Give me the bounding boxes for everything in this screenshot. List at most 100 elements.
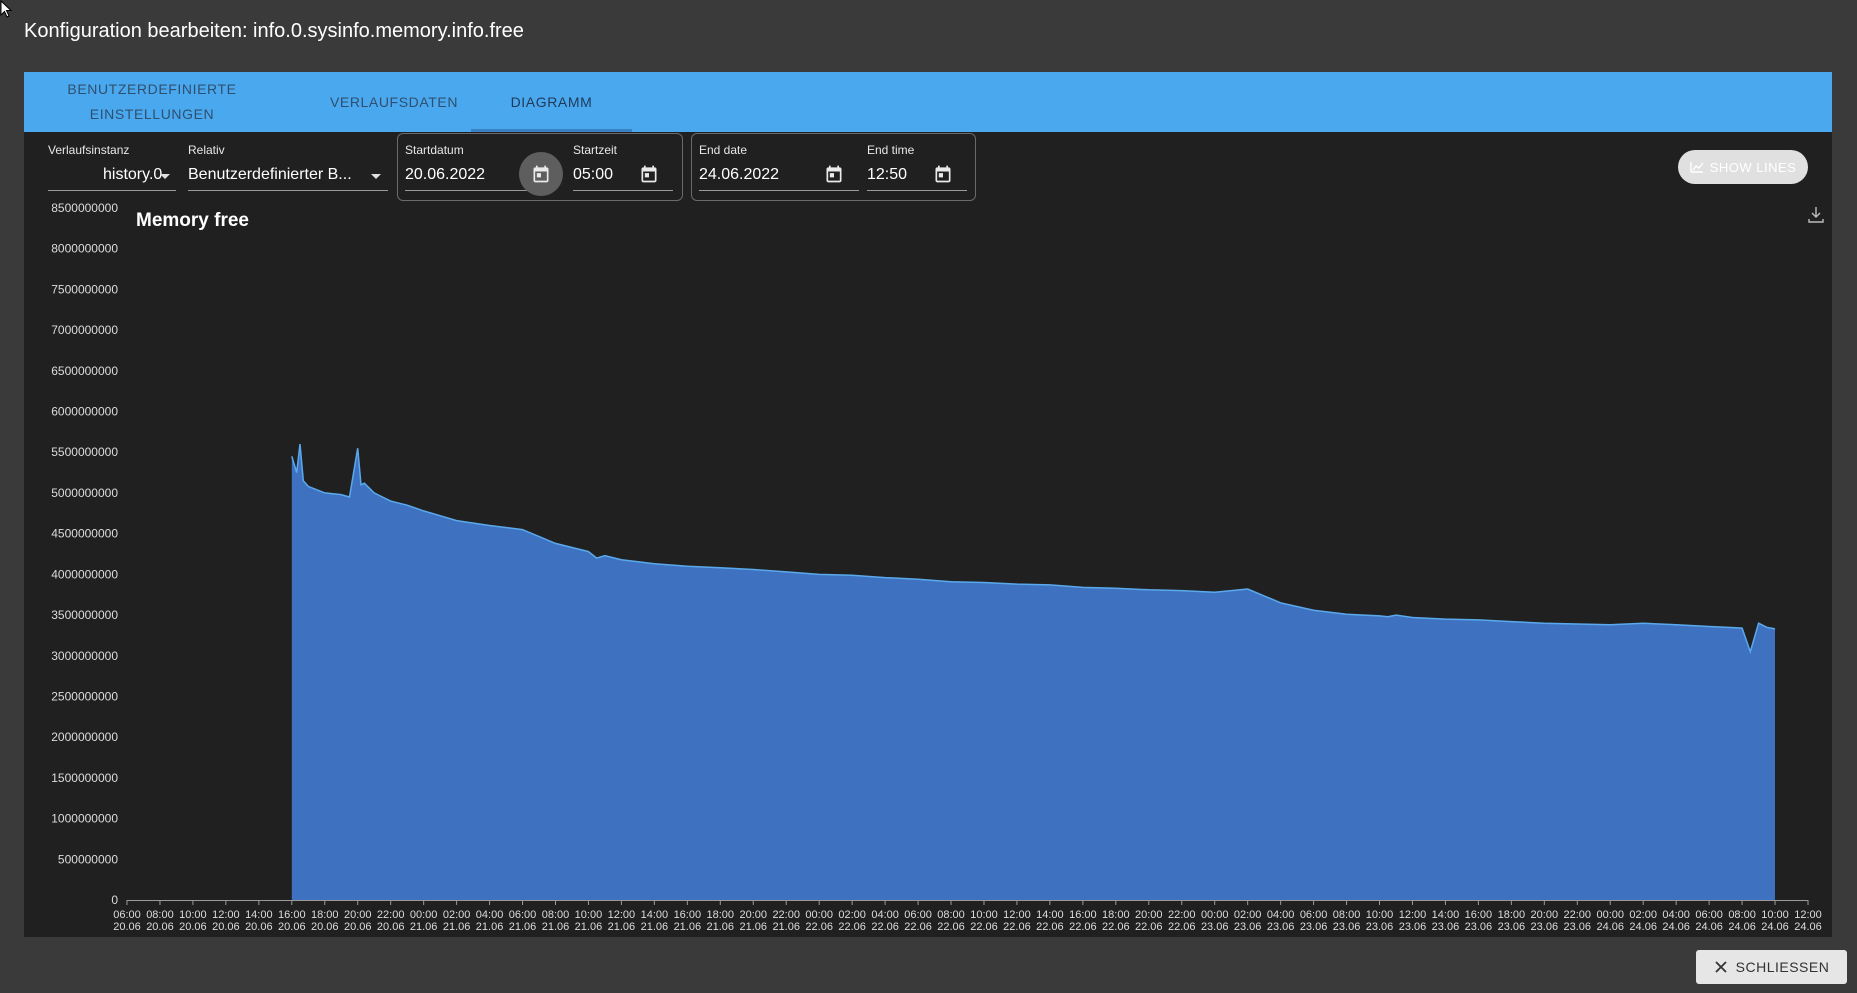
x-tick-label-time: 04:00 [871,909,899,921]
x-tick-label-date: 24.06 [1728,921,1756,933]
x-tick-label-date: 24.06 [1794,921,1822,933]
tab-history-data[interactable]: VERLAUFSDATEN [294,72,494,132]
x-tick-label-time: 12:00 [608,909,636,921]
dialog-title: Konfiguration bearbeiten: info.0.sysinfo… [24,20,524,42]
x-tick-label-time: 02:00 [1629,909,1657,921]
x-tick-label-time: 18:00 [707,909,735,921]
x-tick-label-date: 22.06 [871,921,899,933]
calendar-icon[interactable] [531,164,551,184]
x-tick-label-date: 20.06 [377,921,405,933]
x-tick-label-time: 08:00 [1333,909,1361,921]
y-tick-label: 6000000000 [51,405,118,419]
tab-custom-settings-line2: EINSTELLUNGEN [89,106,215,122]
calendar-icon[interactable] [639,164,659,184]
x-tick-label-date: 23.06 [1201,921,1229,933]
close-button[interactable]: SCHLIESSEN [1696,950,1847,984]
tab-chart[interactable]: DIAGRAMM [471,72,632,132]
x-tick-label-date: 23.06 [1498,921,1526,933]
tab-custom-settings-line1: BENUTZERDEFINIERTE [67,81,237,97]
show-lines-label: SHOW LINES [1709,159,1797,175]
y-tick-label: 0 [111,893,118,907]
x-tick-label-date: 20.06 [146,921,174,933]
x-tick-label-time: 10:00 [970,909,998,921]
y-tick-label: 6500000000 [51,364,118,378]
x-tick-label-time: 00:00 [1201,909,1229,921]
x-tick-label-date: 20.06 [179,921,207,933]
x-tick-label-time: 00:00 [805,909,833,921]
x-tick-label-time: 00:00 [1596,909,1624,921]
mouse-cursor-icon [0,0,13,18]
y-tick-label: 500000000 [58,852,118,866]
tab-history-data-label: VERLAUFSDATEN [329,93,459,110]
x-tick-label-time: 18:00 [311,909,339,921]
x-tick-label-date: 20.06 [113,921,141,933]
x-tick-label-date: 24.06 [1629,921,1657,933]
y-tick-label: 2000000000 [51,730,118,744]
x-tick-label-time: 22:00 [1564,909,1592,921]
start-time-underline [573,190,673,191]
x-tick-label-time: 02:00 [443,909,471,921]
x-tick-label-time: 04:00 [1267,909,1295,921]
relative-range-select[interactable]: Relativ Benutzerdefinierter B... [188,133,388,195]
x-tick-label-date: 24.06 [1761,921,1789,933]
y-tick-label: 1500000000 [51,771,118,785]
x-tick-label-date: 21.06 [707,921,735,933]
x-tick-label-time: 14:00 [1432,909,1460,921]
x-tick-label-date: 22.06 [1135,921,1163,933]
x-tick-label-time: 10:00 [179,909,207,921]
x-tick-label-date: 21.06 [575,921,603,933]
y-tick-label: 4500000000 [51,527,118,541]
calendar-icon[interactable] [824,164,844,184]
x-tick-label-date: 23.06 [1366,921,1394,933]
x-tick-label-date: 24.06 [1662,921,1690,933]
close-icon [1715,961,1727,973]
relative-range-underline [188,190,388,191]
history-instance-select[interactable]: Verlaufsinstanz history.0 [48,133,176,195]
x-tick-label-date: 20.06 [212,921,240,933]
y-tick-label: 8500000000 [51,201,118,215]
x-tick-label-time: 06:00 [509,909,537,921]
x-tick-label-time: 08:00 [542,909,570,921]
x-tick-label-time: 06:00 [1300,909,1328,921]
start-date-label: Startdatum [405,143,464,157]
start-time-value: 05:00 [573,166,614,183]
x-tick-label-time: 12:00 [1794,909,1822,921]
x-tick-label-time: 08:00 [146,909,174,921]
x-tick-label-date: 23.06 [1234,921,1262,933]
x-tick-label-time: 10:00 [1761,909,1789,921]
x-tick-label-date: 21.06 [674,921,702,933]
relative-range-label: Relativ [188,143,225,157]
close-label: SCHLIESSEN [1735,959,1830,975]
x-tick-label-date: 21.06 [641,921,669,933]
x-tick-label-date: 21.06 [443,921,471,933]
x-tick-label-time: 12:00 [212,909,240,921]
x-tick-label-time: 20:00 [739,909,767,921]
x-tick-label-date: 22.06 [1168,921,1196,933]
x-tick-label-date: 23.06 [1531,921,1559,933]
end-date-value: 24.06.2022 [699,166,780,183]
x-tick-label-time: 18:00 [1102,909,1130,921]
history-instance-underline [48,190,176,191]
calendar-icon[interactable] [933,164,953,184]
x-tick-label-time: 16:00 [278,909,306,921]
x-tick-label-time: 20:00 [1135,909,1163,921]
y-tick-label: 1000000000 [51,812,118,826]
x-tick-label-time: 12:00 [1399,909,1427,921]
x-tick-label-date: 20.06 [278,921,306,933]
x-tick-label-time: 16:00 [1465,909,1493,921]
start-time-label: Startzeit [573,143,618,157]
x-tick-label-time: 20:00 [1531,909,1559,921]
history-instance-value: history.0 [103,166,163,183]
x-tick-label-date: 22.06 [1003,921,1031,933]
chevron-down-icon [160,174,170,179]
x-tick-label-time: 16:00 [674,909,702,921]
x-tick-label-date: 20.06 [245,921,273,933]
x-tick-label-time: 10:00 [1366,909,1394,921]
end-time-value: 12:50 [867,166,908,183]
tab-custom-settings[interactable]: BENUTZERDEFINIERTE EINSTELLUNGEN [54,72,250,132]
x-tick-label-time: 04:00 [476,909,504,921]
show-lines-button[interactable]: SHOW LINES [1678,150,1808,184]
y-tick-label: 8000000000 [51,242,118,256]
x-tick-label-time: 14:00 [641,909,669,921]
x-tick-label-date: 23.06 [1300,921,1328,933]
